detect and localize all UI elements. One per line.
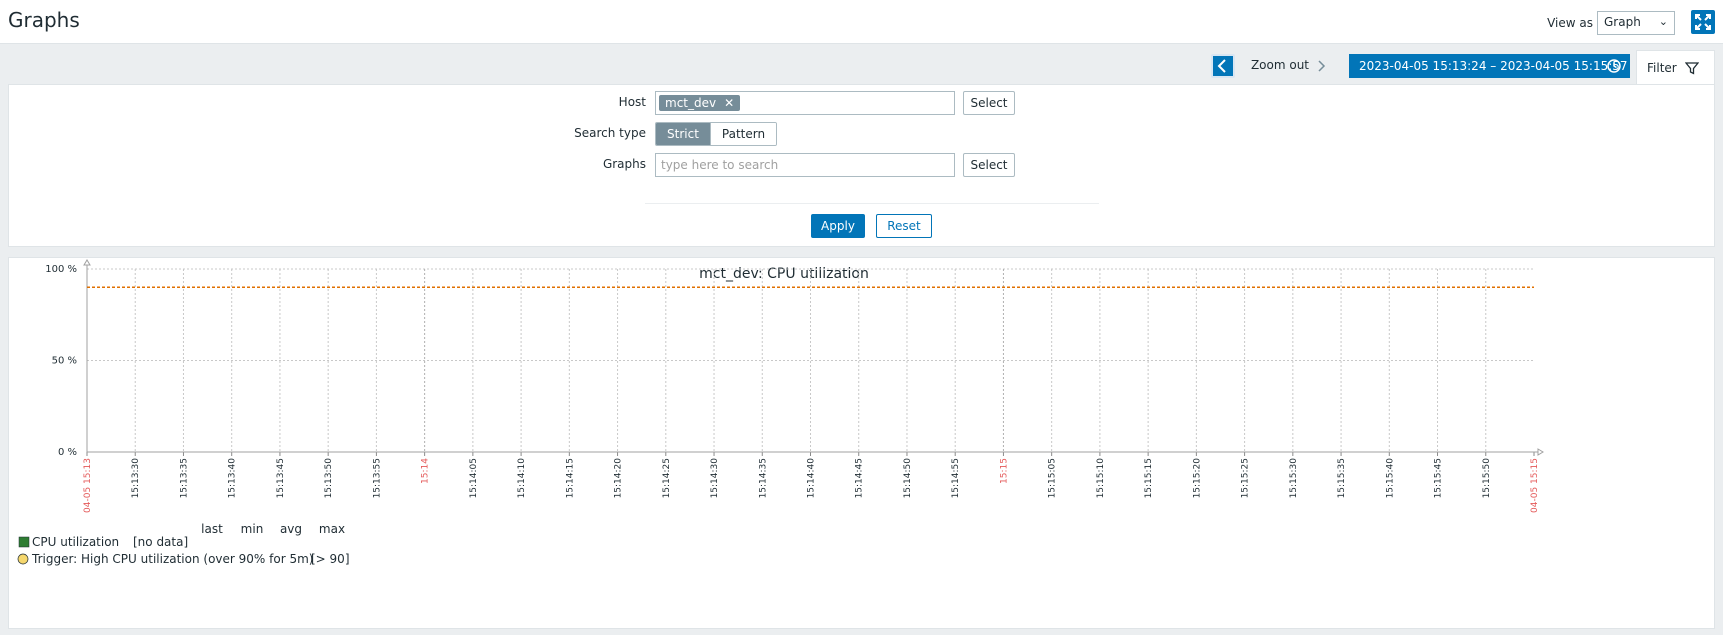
filter-tab-label: Filter [1647,60,1677,75]
chevron-right-icon [1318,60,1326,72]
fullscreen-icon [1695,14,1711,30]
chevron-down-icon: ⌄ [1658,15,1668,28]
x-tick-label: 15:14:25 [662,458,672,498]
host-chip: mct_dev ✕ [659,95,741,111]
x-tick-label: 15:15:05 [1048,458,1058,498]
legend-column-header: max [319,522,345,536]
graph-panel: mct_dev: CPU utilization 100 % 50 % 0 % 04-0… [8,257,1715,629]
x-tick-label: 15:15:50 [1482,458,1492,499]
x-axis-arrow [1537,448,1544,456]
legend-trigger-value: [> 90] [311,552,350,566]
clock-icon [1607,59,1621,73]
apply-button[interactable]: Apply [811,214,865,238]
legend-column-header: avg [280,522,302,536]
time-next-button[interactable] [1312,54,1332,78]
x-tick-label: 15:14:50 [903,458,913,499]
view-as-control: View as Graph ⌄ [1547,11,1675,35]
legend-series-value: [no data] [133,535,188,549]
x-tick-label: 15:13:50 [324,458,334,499]
x-tick-label: 15:14 [421,458,431,484]
x-tick-label: 15:15:45 [1434,458,1444,498]
x-tick-label: 15:13:55 [372,458,382,498]
host-multiselect[interactable]: mct_dev ✕ [655,91,955,115]
y-tick-label: 0 % [58,447,77,458]
x-tick-label: 15:15:15 [1144,458,1154,498]
legend-swatch-trigger [17,553,29,565]
view-as-label: View as [1547,16,1593,30]
legend-column-header: last [201,522,223,536]
search-type-pattern[interactable]: Pattern [709,123,777,145]
chevron-left-icon [1217,59,1226,73]
time-range-label: 2023-04-05 15:13:24 – 2023-04-05 15:15:5… [1359,59,1628,73]
host-select-button[interactable]: Select [963,91,1015,115]
x-tick-label: 15:15:25 [1241,458,1251,498]
x-tick-label: 15:14:55 [951,458,961,498]
x-tick-label: 15:14:05 [469,458,479,498]
host-chip-label: mct_dev [665,96,717,110]
graphs-select-button[interactable]: Select [963,153,1015,177]
x-tick-label: 15:14:40 [807,458,817,499]
legend-column-header: min [241,522,264,536]
x-tick-label: 15:13:35 [179,458,189,498]
x-tick-label: 15:14:30 [710,458,720,499]
x-tick-label: 15:13:45 [276,458,286,498]
zoom-out-button[interactable]: Zoom out [1251,58,1309,72]
x-tick-label: 15:13:40 [228,458,238,499]
y-tick-label: 100 % [45,264,77,275]
x-tick-label: 15:15:20 [1192,458,1202,499]
x-tick-label: 04-05 15:13 [83,458,93,513]
filter-tab[interactable]: Filter [1636,50,1715,84]
view-as-select[interactable]: Graph ⌄ [1597,11,1675,35]
x-tick-label: 04-05 15:15 [1530,458,1540,513]
x-tick-label: 15:14:10 [517,458,527,499]
fullscreen-button[interactable] [1691,10,1715,34]
x-tick-label: 15:14:35 [758,458,768,498]
x-tick-label: 15:14:45 [855,458,865,498]
filter-panel: Host mct_dev ✕ Select Search type Strict… [8,84,1715,247]
view-as-value: Graph [1604,15,1641,29]
filter-divider [645,203,1099,204]
legend-trigger-name: Trigger: High CPU utilization (over 90% … [31,552,313,566]
page-header: Graphs View as Graph ⌄ [0,0,1723,44]
time-prev-button[interactable] [1211,54,1235,78]
time-filter-bar: Zoom out 2023-04-05 15:13:24 – 2023-04-0… [8,50,1715,84]
x-tick-label: 15:15:35 [1337,458,1347,498]
y-axis-arrow [83,259,91,266]
reset-button[interactable]: Reset [876,214,932,238]
search-type-toggle: Strict Pattern [655,122,778,146]
remove-chip-icon[interactable]: ✕ [724,96,734,110]
x-tick-label: 15:15:30 [1289,458,1299,499]
funnel-icon [1684,61,1699,75]
x-tick-label: 15:15:10 [1096,458,1106,499]
search-type-strict[interactable]: Strict [656,123,710,145]
y-tick-label: 50 % [52,356,77,367]
search-type-label: Search type [574,126,646,140]
legend-series-name: CPU utilization [32,535,119,549]
x-tick-label: 15:14:15 [565,458,575,498]
x-tick-label: 15:15:40 [1385,458,1395,499]
x-tick-label: 15:13:30 [131,458,141,499]
legend-swatch-green [18,536,30,548]
cpu-utilization-graph[interactable]: mct_dev: CPU utilization 100 % 50 % 0 % 04-0… [9,258,1716,630]
chart-title: mct_dev: CPU utilization [699,266,869,282]
time-range-tab[interactable]: 2023-04-05 15:13:24 – 2023-04-05 15:15:5… [1349,54,1630,78]
x-tick-label: 15:15 [999,458,1009,484]
host-label: Host [618,95,646,109]
graphs-search-input[interactable]: type here to search [655,153,955,177]
x-tick-label: 15:14:20 [614,458,624,499]
graphs-label: Graphs [602,157,646,171]
page-title: Graphs [8,8,80,32]
